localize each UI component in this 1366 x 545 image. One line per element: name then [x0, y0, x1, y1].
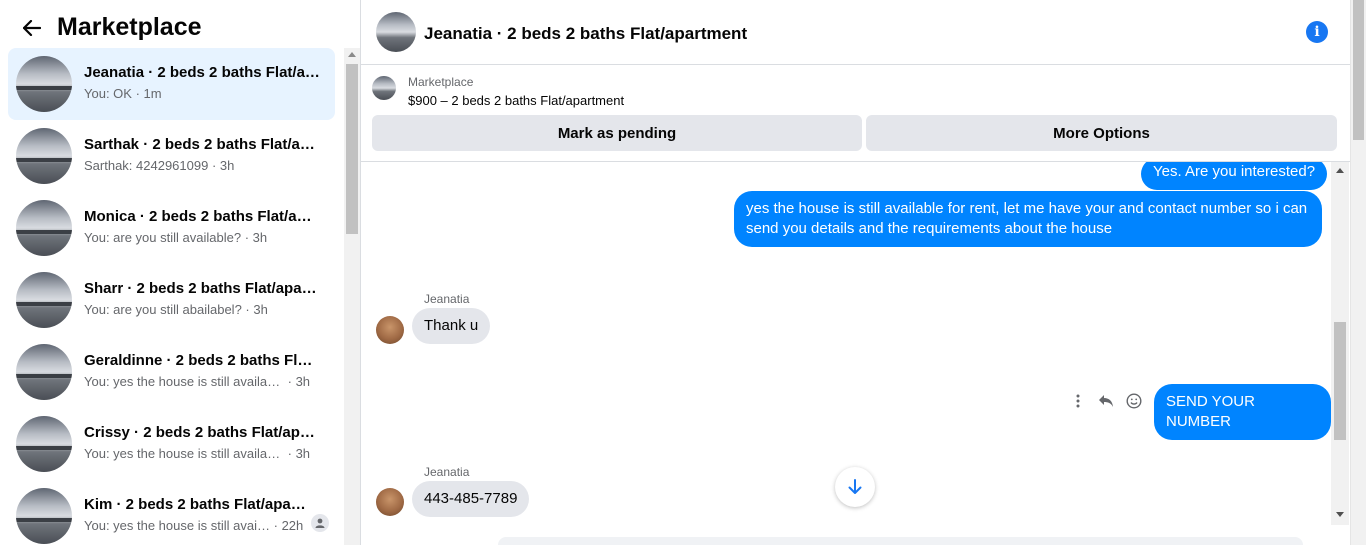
conversation-snippet: You: yes the house is still available fo… [84, 518, 270, 533]
thread-scrollbar[interactable] [1331, 162, 1349, 525]
chat-header: Jeanatia · 2 beds 2 baths Flat/apartment… [361, 0, 1350, 65]
info-icon[interactable]: i [1306, 21, 1328, 43]
outgoing-message[interactable]: Yes. Are you interested? [1141, 162, 1328, 190]
more-options-button[interactable]: More Options [866, 115, 1337, 151]
scroll-down-arrow-icon[interactable] [1336, 512, 1344, 517]
scrollbar-thumb[interactable] [1334, 322, 1346, 440]
conversation-item[interactable]: Sharr · 2 beds 2 baths Flat/apartment Yo… [8, 264, 335, 336]
sender-name: Jeanatia [424, 292, 470, 306]
conversation-snippet: You: yes the house is still available fo… [84, 374, 284, 389]
listing-price[interactable]: $900 – 2 beds 2 baths Flat/apartment [408, 93, 624, 108]
conversation-snippet: You: are you still available? [84, 230, 242, 245]
chat-title[interactable]: Jeanatia · 2 beds 2 baths Flat/apartment [424, 24, 747, 44]
page-scrollbar[interactable] [1350, 0, 1366, 545]
conversation-snippet: You: yes the house is still available fo… [84, 446, 284, 461]
listing-source: Marketplace [408, 75, 474, 89]
conversation-preview: You: yes the house is still available fo… [84, 446, 311, 461]
conversation-time: 3h [252, 230, 268, 245]
chat-avatar[interactable] [376, 12, 416, 52]
message-actions [1069, 392, 1143, 410]
sender-name: Jeanatia [424, 465, 470, 479]
outgoing-message[interactable]: SEND YOUR NUMBER [1154, 384, 1331, 440]
message-thread: Yes. Are you interested? yes the house i… [361, 162, 1331, 545]
sender-avatar[interactable] [376, 488, 404, 516]
outgoing-message[interactable]: yes the house is still available for ren… [734, 191, 1322, 247]
conversation-name: Sharr · 2 beds 2 baths Flat/apartment [84, 280, 320, 297]
conversation-preview: You: are you still available? · 3h [84, 230, 268, 245]
message-composer[interactable] [498, 537, 1303, 545]
conversation-snippet: Sarthak: 4242961099 [84, 158, 209, 173]
listing-thumbnail [16, 416, 72, 472]
conversation-preview: You: yes the house is still available fo… [84, 374, 311, 389]
listing-thumbnail [16, 56, 72, 112]
incoming-message[interactable]: 443-485-7789 [412, 481, 530, 517]
incoming-message[interactable]: Thank u [412, 308, 491, 344]
chat-pane: Jeanatia · 2 beds 2 baths Flat/apartment… [361, 0, 1350, 545]
listing-thumbnail [16, 272, 72, 328]
reply-icon[interactable] [1097, 392, 1115, 410]
conversation-sidebar: Marketplace Jeanatia · 2 beds 2 baths Fl… [0, 0, 361, 545]
scroll-up-arrow-icon[interactable] [348, 52, 356, 57]
arrow-down-icon [848, 479, 862, 494]
sidebar-scrollbar[interactable] [344, 48, 360, 545]
conversation-name: Geraldinne · 2 beds 2 baths Flat/apartme… [84, 352, 320, 369]
conversation-name: Monica · 2 beds 2 baths Flat/apartment [84, 208, 320, 225]
listing-thumbnail [16, 488, 72, 544]
conversation-name: Crissy · 2 beds 2 baths Flat/apartment [84, 424, 320, 441]
conversation-time: 3h [295, 446, 311, 461]
conversation-item[interactable]: Kim · 2 beds 2 baths Flat/apartment You:… [8, 480, 335, 545]
listing-thumbnail[interactable] [372, 76, 396, 100]
conversation-name: Sarthak · 2 beds 2 baths Flat/apartment [84, 136, 320, 153]
conversation-preview: You: are you still abailabel? · 3h [84, 302, 268, 317]
listing-thumbnail [16, 128, 72, 184]
conversation-item[interactable]: Sarthak · 2 beds 2 baths Flat/apartment … [8, 120, 335, 192]
scrollbar-thumb[interactable] [1353, 0, 1364, 140]
sender-avatar[interactable] [376, 316, 404, 344]
scroll-up-arrow-icon[interactable] [1336, 168, 1344, 173]
scrollbar-thumb[interactable] [346, 64, 358, 234]
more-vertical-icon[interactable] [1069, 392, 1087, 410]
listing-thumbnail [16, 200, 72, 256]
conversation-name: Kim · 2 beds 2 baths Flat/apartment [84, 496, 306, 513]
back-arrow-icon[interactable] [18, 14, 46, 42]
mark-as-pending-button[interactable]: Mark as pending [372, 115, 862, 151]
conversation-time: 3h [253, 302, 268, 317]
conversation-time: 3h [295, 374, 311, 389]
marketplace-inbox: Marketplace Jeanatia · 2 beds 2 baths Fl… [0, 0, 1366, 545]
conversation-time: 3h [219, 158, 235, 173]
conversation-preview: You: OK · 1m [84, 86, 162, 101]
scroll-to-bottom-button[interactable] [835, 467, 875, 507]
listing-thumbnail [16, 344, 72, 400]
conversation-list: Jeanatia · 2 beds 2 baths Flat/apartment… [8, 48, 335, 545]
person-icon [311, 514, 329, 532]
conversation-item[interactable]: Geraldinne · 2 beds 2 baths Flat/apartme… [8, 336, 335, 408]
conversation-snippet: You: are you still abailabel? [84, 302, 242, 317]
conversation-snippet: You: OK [84, 86, 132, 101]
conversation-time: 1m [143, 86, 162, 101]
conversation-preview: You: yes the house is still available fo… [84, 518, 304, 533]
sidebar-header: Marketplace [0, 0, 360, 48]
conversation-item[interactable]: Jeanatia · 2 beds 2 baths Flat/apartment… [8, 48, 335, 120]
sidebar-title: Marketplace [57, 13, 202, 41]
conversation-name: Jeanatia · 2 beds 2 baths Flat/apartment [84, 64, 320, 81]
conversation-item[interactable]: Crissy · 2 beds 2 baths Flat/apartment Y… [8, 408, 335, 480]
conversation-item[interactable]: Monica · 2 beds 2 baths Flat/apartment Y… [8, 192, 335, 264]
listing-banner: Marketplace $900 – 2 beds 2 baths Flat/a… [361, 65, 1350, 162]
conversation-time: 22h [281, 518, 304, 533]
emoji-reaction-icon[interactable] [1125, 392, 1143, 410]
conversation-preview: Sarthak: 4242961099 · 3h [84, 158, 235, 173]
